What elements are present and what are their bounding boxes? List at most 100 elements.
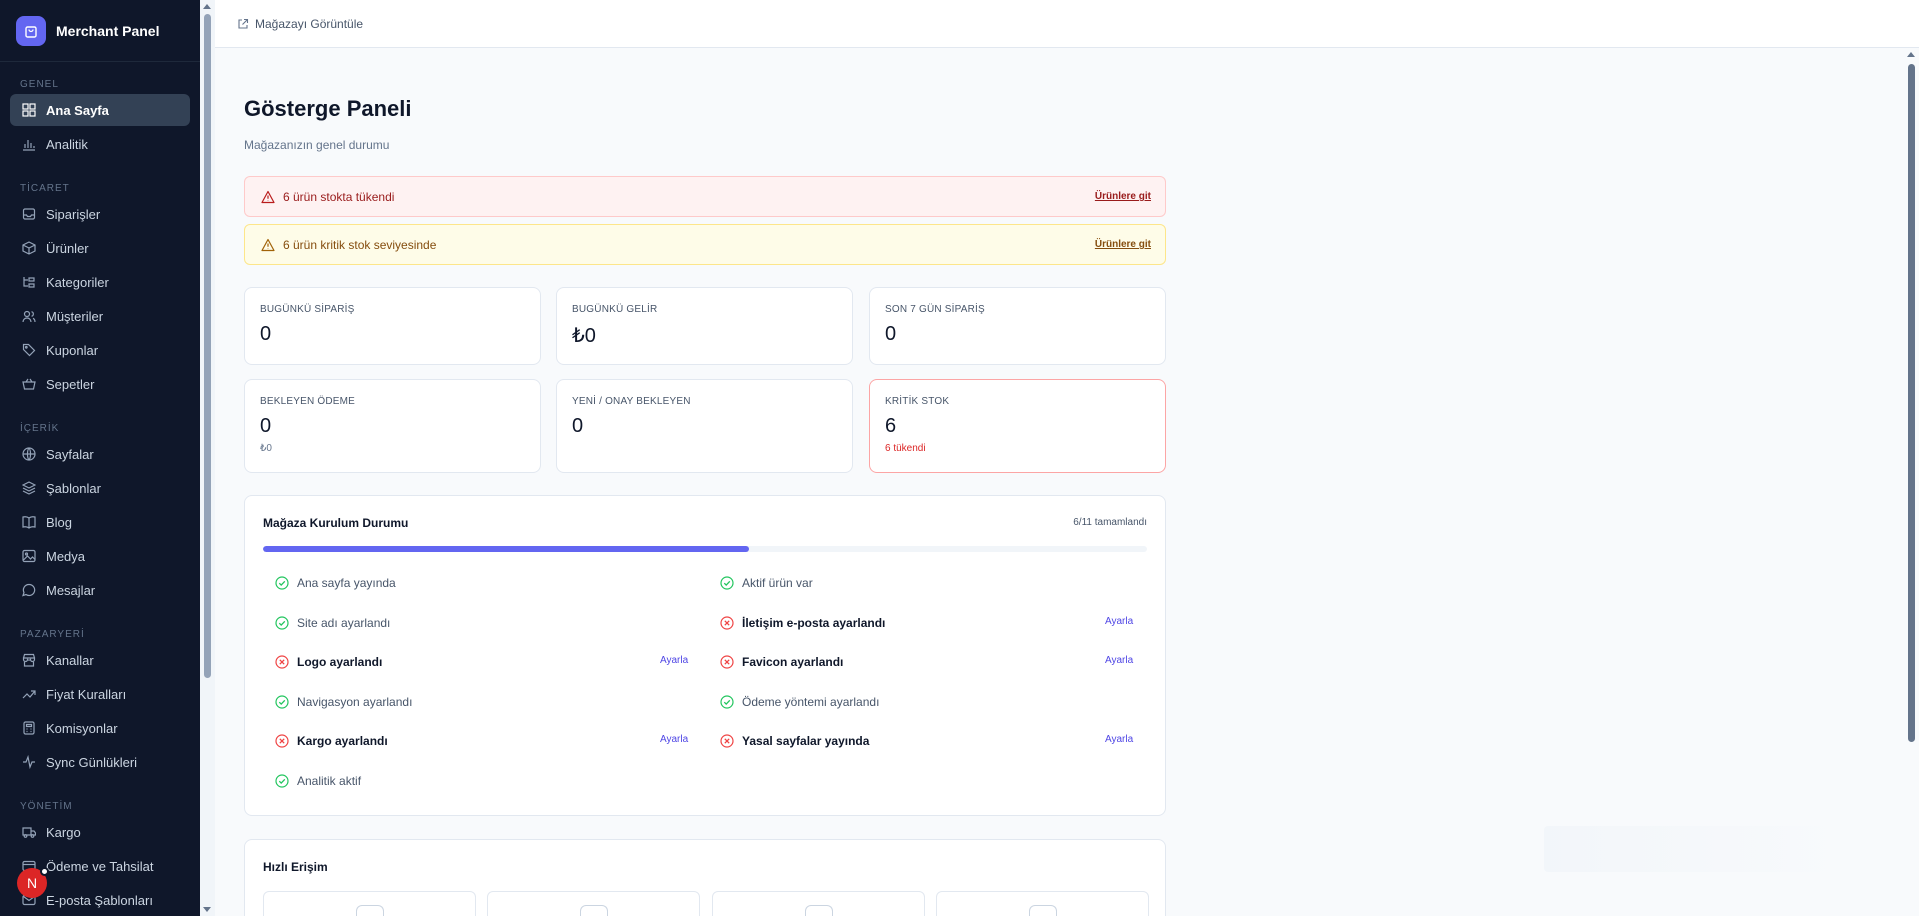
out-of-stock-alert: 6 ürün stokta tükendi Ürünlere git: [244, 176, 1166, 217]
setup-check-label: Navigasyon ayarlandı: [297, 694, 413, 709]
sidebar-scrollbar[interactable]: [200, 0, 215, 916]
setup-action-link[interactable]: Ayarla: [660, 655, 688, 666]
sidebar-item-label: Sync Günlükleri: [46, 754, 138, 770]
quick-access-icon: [805, 905, 833, 916]
tag-icon: [22, 343, 36, 357]
brand-name: Merchant Panel: [56, 22, 160, 39]
users-icon: [22, 309, 36, 323]
sidebar-item-trending[interactable]: Fiyat Kuralları: [10, 678, 190, 710]
stat-card-pending-payment[interactable]: BEKLEYEN ÖDEME 0 ₺0: [244, 379, 541, 473]
setup-check-item: Ödeme yöntemi ayarlandı: [720, 692, 879, 712]
stat-label: SON 7 GÜN SİPARİŞ: [885, 304, 985, 315]
sidebar-item-label: Analitik: [46, 136, 88, 152]
setup-check-item: Yasal sayfalar yayında: [720, 731, 869, 751]
package-icon: [22, 241, 36, 255]
status-dot: [40, 867, 49, 876]
view-store-link[interactable]: Mağazayı Görüntüle: [237, 17, 363, 31]
setup-title: Mağaza Kurulum Durumu: [263, 516, 409, 530]
setup-action-link[interactable]: Ayarla: [660, 734, 688, 745]
setup-check-label: Logo ayarlandı: [297, 655, 383, 670]
warning-icon: [261, 190, 275, 203]
scroll-down-arrow-icon[interactable]: [203, 907, 211, 912]
sidebar-item-package[interactable]: Ürünler: [10, 232, 190, 264]
sidebar-item-message[interactable]: Mesajlar: [10, 574, 190, 606]
sidebar-item-image[interactable]: Medya: [10, 540, 190, 572]
sidebar-item-dashboard[interactable]: Ana Sayfa: [10, 94, 190, 126]
stat-label: BUGÜNKÜ SİPARİŞ: [260, 304, 355, 315]
sidebar-item-label: Komisyonlar: [46, 720, 118, 736]
sidebar-item-activity[interactable]: Sync Günlükleri: [10, 746, 190, 778]
sidebar-item-label: Kargo: [46, 824, 81, 840]
stat-card-critical-stock[interactable]: KRİTİK STOK 6 6 tükendi: [869, 379, 1166, 473]
topbar: Mağazayı Görüntüle: [215, 0, 1919, 48]
quick-access-item[interactable]: [712, 891, 925, 916]
folder-tree-icon: [22, 275, 36, 289]
activity-icon: [22, 755, 36, 769]
alert-text: 6 ürün stokta tükendi: [283, 189, 395, 204]
stat-label: KRİTİK STOK: [885, 396, 950, 407]
truck-icon: [22, 825, 36, 839]
book-icon: [22, 515, 36, 529]
sidebar-item-folder-tree[interactable]: Kategoriler: [10, 266, 190, 298]
go-to-products-link[interactable]: Ürünlere git: [1095, 191, 1151, 202]
brand[interactable]: Merchant Panel: [0, 0, 200, 62]
inbox-icon: [22, 207, 36, 221]
sidebar-item-label: Kategoriler: [46, 274, 109, 290]
sidebar-item-store[interactable]: Kanallar: [10, 644, 190, 676]
setup-check-label: Ana sayfa yayında: [297, 576, 396, 590]
sidebar-item-label: Kanallar: [46, 652, 94, 668]
stat-card-today-orders[interactable]: BUGÜNKÜ SİPARİŞ 0: [244, 287, 541, 365]
basket-icon: [22, 377, 36, 391]
sidebar-item-layers[interactable]: Şablonlar: [10, 472, 190, 504]
x-circle-icon: [720, 655, 734, 669]
sidebar-item-label: Sepetler: [46, 376, 95, 392]
sidebar-scroll-thumb[interactable]: [204, 14, 211, 678]
sidebar-nav: GENEL Ana Sayfa Analitik TİCARET Siparişler Ü…: [0, 62, 200, 916]
quick-access-item[interactable]: [487, 891, 700, 916]
setup-check-label: Favicon ayarlandı: [742, 655, 844, 670]
store-icon: [22, 653, 36, 667]
scroll-up-arrow-icon[interactable]: [1907, 52, 1915, 57]
main-scroll-thumb[interactable]: [1908, 64, 1915, 742]
main-scrollbar[interactable]: [1904, 48, 1919, 916]
sidebar-item-calculator[interactable]: Komisyonlar: [10, 712, 190, 744]
stat-sub: 6 tükendi: [885, 443, 926, 454]
sidebar-item-globe[interactable]: Sayfalar: [10, 438, 190, 470]
sidebar-item-label: Şablonlar: [46, 480, 101, 496]
sidebar-section-title: TİCARET: [20, 183, 70, 194]
quick-access-item[interactable]: [263, 891, 476, 916]
sidebar-item-inbox[interactable]: Siparişler: [10, 198, 190, 230]
setup-action-link[interactable]: Ayarla: [1105, 734, 1133, 745]
setup-check-item: Analitik aktif: [275, 771, 361, 791]
sidebar-item-label: Siparişler: [46, 206, 101, 222]
sidebar-item-truck[interactable]: Kargo: [10, 816, 190, 848]
quick-access-item[interactable]: [936, 891, 1149, 916]
page-title: Gösterge Paneli: [244, 96, 412, 121]
x-circle-icon: [720, 615, 734, 630]
setup-action-link[interactable]: Ayarla: [1105, 655, 1133, 666]
quick-access-card: Hızlı Erişim: [244, 839, 1166, 916]
stat-card-7day-orders[interactable]: SON 7 GÜN SİPARİŞ 0: [869, 287, 1166, 365]
sidebar-item-book[interactable]: Blog: [10, 506, 190, 538]
warning-icon: [261, 238, 275, 251]
setup-progress-bar: [263, 546, 1147, 552]
setup-check-item: Navigasyon ayarlandı: [275, 692, 412, 712]
setup-action-link[interactable]: Ayarla: [1105, 616, 1133, 627]
sidebar-item-basket[interactable]: Sepetler: [10, 368, 190, 400]
setup-check-label: Yasal sayfalar yayında: [742, 734, 870, 749]
calculator-icon: [22, 721, 36, 735]
stat-card-awaiting-approval[interactable]: YENİ / ONAY BEKLEYEN 0: [556, 379, 853, 473]
store-setup-card: Mağaza Kurulum Durumu 6/11 tamamlandı An…: [244, 495, 1166, 816]
sidebar-item-users[interactable]: Müşteriler: [10, 300, 190, 332]
sidebar-section-title: İÇERİK: [20, 423, 60, 434]
sidebar-section-title: GENEL: [20, 79, 59, 90]
critical-stock-alert: 6 ürün kritik stok seviyesinde Ürünlere …: [244, 224, 1166, 265]
sidebar-item-label: Mesajlar: [46, 582, 96, 598]
setup-check-item: Kargo ayarlandı: [275, 731, 388, 751]
sidebar-item-tag[interactable]: Kuponlar: [10, 334, 190, 366]
scroll-up-arrow-icon[interactable]: [203, 4, 211, 9]
setup-check-item: Site adı ayarlandı: [275, 613, 390, 633]
stat-card-today-revenue[interactable]: BUGÜNKÜ GELİR ₺0: [556, 287, 853, 365]
go-to-products-link[interactable]: Ürünlere git: [1095, 239, 1151, 250]
sidebar-item-bar-chart[interactable]: Analitik: [10, 128, 190, 160]
